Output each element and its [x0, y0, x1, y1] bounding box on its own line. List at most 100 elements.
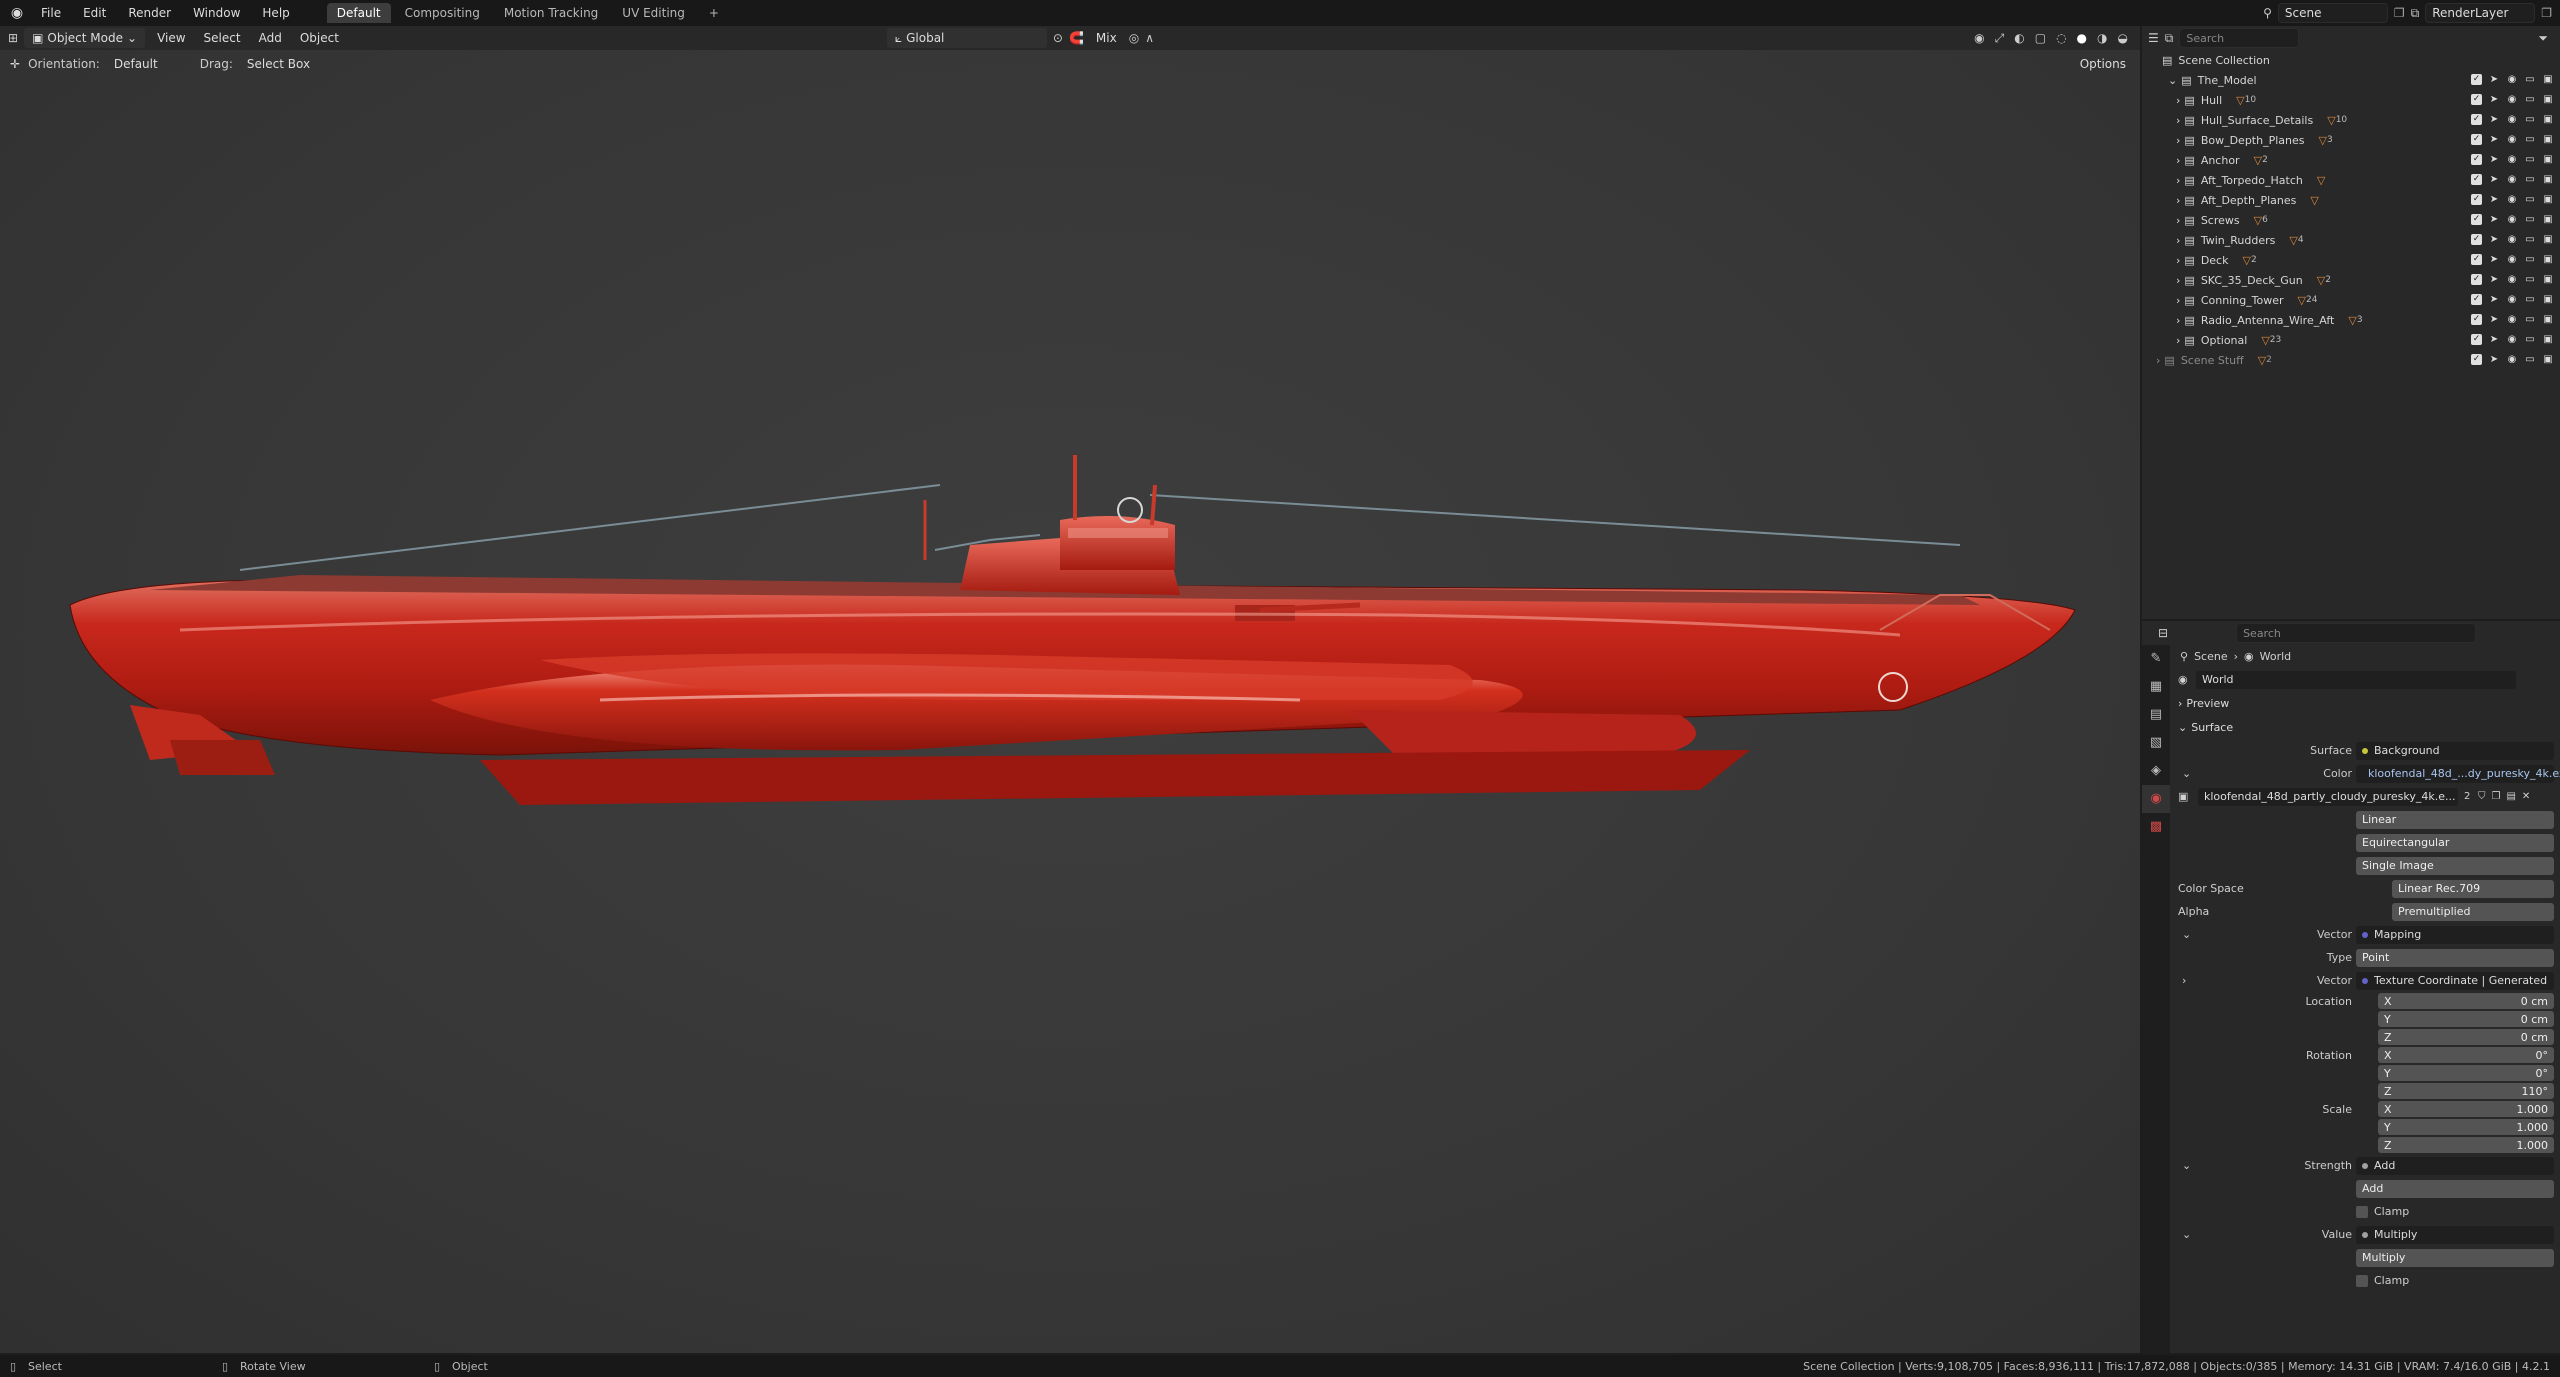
exclude-checkbox[interactable]: ✓: [2471, 134, 2482, 145]
rotation-z-field[interactable]: Z 110°: [2378, 1083, 2554, 1099]
eye-icon[interactable]: ◉: [2506, 94, 2518, 106]
chevron-right-icon[interactable]: ›: [2156, 354, 2160, 367]
view-layer-tab-icon[interactable]: ▧: [2142, 729, 2170, 757]
outliner-item-row[interactable]: › ▤ Conning_Tower ▽ 24 ✓ ➤ ◉ ▭ ▣: [2142, 290, 2560, 310]
scene-icon[interactable]: ⚲: [2263, 6, 2272, 20]
duplicate-scene-icon[interactable]: ❐: [2394, 6, 2405, 20]
select-icon[interactable]: ➤: [2488, 134, 2500, 146]
outliner-item-row[interactable]: › ▤ Radio_Antenna_Wire_Aft ▽ 3 ✓ ➤ ◉ ▭ ▣: [2142, 310, 2560, 330]
scale-x-field[interactable]: X 1.000: [2378, 1101, 2554, 1117]
menu-select[interactable]: Select: [198, 29, 247, 47]
monitor-icon[interactable]: ▭: [2524, 174, 2536, 186]
tool-tab-icon[interactable]: ✎: [2142, 645, 2170, 673]
eye-icon[interactable]: ◉: [2506, 194, 2518, 206]
fake-user-icon[interactable]: ⛉: [2478, 791, 2486, 802]
filter-icon[interactable]: ⏷: [2538, 31, 2548, 46]
exclude-checkbox[interactable]: ✓: [2471, 234, 2482, 245]
exclude-checkbox[interactable]: ✓: [2471, 254, 2482, 265]
monitor-icon[interactable]: ▭: [2524, 274, 2536, 286]
chevron-right-icon[interactable]: ›: [2176, 134, 2180, 147]
camera-icon[interactable]: ▣: [2542, 334, 2554, 346]
scene-tab-icon[interactable]: ◈: [2142, 757, 2170, 785]
monitor-icon[interactable]: ▭: [2524, 214, 2536, 226]
menu-view[interactable]: View: [151, 29, 191, 47]
chevron-down-icon[interactable]: ⌄: [2182, 767, 2191, 780]
menu-object[interactable]: Object: [294, 29, 345, 47]
chevron-right-icon[interactable]: ›: [2182, 974, 2186, 987]
color-space-dropdown[interactable]: Linear Rec.709: [2392, 879, 2554, 898]
camera-icon[interactable]: ▣: [2542, 274, 2554, 286]
chevron-right-icon[interactable]: ›: [2176, 214, 2180, 227]
monitor-icon[interactable]: ▭: [2524, 314, 2536, 326]
camera-icon[interactable]: ▣: [2542, 214, 2554, 226]
options-dropdown[interactable]: Options: [2074, 55, 2132, 73]
monitor-icon[interactable]: ▭: [2524, 254, 2536, 266]
monitor-icon[interactable]: ▭: [2524, 234, 2536, 246]
chevron-right-icon[interactable]: ›: [2176, 114, 2180, 127]
select-icon[interactable]: ➤: [2488, 314, 2500, 326]
vector-field[interactable]: Mapping: [2356, 925, 2554, 944]
eye-icon[interactable]: ◉: [2506, 174, 2518, 186]
menu-render[interactable]: Render: [119, 4, 180, 22]
wireframe-shading-icon[interactable]: ◌: [2056, 31, 2066, 46]
vector2-field[interactable]: Texture Coordinate | Generated: [2356, 971, 2554, 990]
strength-field[interactable]: Add: [2356, 1156, 2554, 1175]
add-view-layer-icon[interactable]: ❐: [2541, 6, 2552, 20]
eye-icon[interactable]: ◉: [2506, 114, 2518, 126]
blender-logo-icon[interactable]: ◉: [6, 2, 28, 24]
overlay-icon[interactable]: ◐: [2014, 31, 2024, 46]
outliner-item-row[interactable]: › ▤ SKC_35_Deck_Gun ▽ 2 ✓ ➤ ◉ ▭ ▣: [2142, 270, 2560, 290]
eye-icon[interactable]: ◉: [2506, 354, 2518, 366]
eye-icon[interactable]: ◉: [2506, 234, 2518, 246]
select-icon[interactable]: ➤: [2488, 74, 2500, 86]
monitor-icon[interactable]: ▭: [2524, 154, 2536, 166]
value-op-dropdown[interactable]: Multiply: [2356, 1248, 2554, 1267]
select-icon[interactable]: ➤: [2488, 234, 2500, 246]
workspace-tab-compositing[interactable]: Compositing: [395, 3, 490, 23]
folder-icon[interactable]: ▤: [2506, 791, 2515, 802]
close-icon[interactable]: ✕: [2522, 791, 2530, 802]
value-field[interactable]: Multiply: [2356, 1225, 2554, 1244]
select-icon[interactable]: ➤: [2488, 154, 2500, 166]
visibility-icon[interactable]: ◉: [1974, 31, 1984, 46]
location-z-field[interactable]: Z0 cm: [2378, 1029, 2554, 1045]
orientation-dropdown[interactable]: Default: [108, 55, 164, 73]
outliner-editor-icon[interactable]: ☰: [2148, 31, 2159, 45]
chevron-right-icon[interactable]: ›: [2176, 334, 2180, 347]
workspace-tab-uv-editing[interactable]: UV Editing: [612, 3, 695, 23]
location-x-field[interactable]: X0 cm: [2378, 993, 2554, 1009]
select-icon[interactable]: ➤: [2488, 214, 2500, 226]
world-icon[interactable]: ◉: [2178, 673, 2188, 686]
monitor-icon[interactable]: ▭: [2524, 334, 2536, 346]
camera-icon[interactable]: ▣: [2542, 254, 2554, 266]
xray-icon[interactable]: ▢: [2035, 31, 2046, 46]
scale-z-field[interactable]: Z 1.000: [2378, 1137, 2554, 1153]
outliner-item-row[interactable]: › ▤ Hull_Surface_Details ▽ 10 ✓ ➤ ◉ ▭ ▣: [2142, 110, 2560, 130]
outliner-item-row[interactable]: › ▤ Anchor ▽ 2 ✓ ➤ ◉ ▭ ▣: [2142, 150, 2560, 170]
view-layer-field[interactable]: RenderLayer: [2425, 3, 2536, 23]
exclude-checkbox[interactable]: ✓: [2471, 154, 2482, 165]
texture-tab-icon[interactable]: ▩: [2142, 813, 2170, 841]
image-icon[interactable]: ▣: [2178, 790, 2188, 803]
editor-type-icon[interactable]: ⊞: [8, 31, 18, 45]
surface-section-header[interactable]: ⌄ Surface: [2172, 715, 2560, 739]
transform-tool-icon[interactable]: ✛: [10, 57, 20, 71]
monitor-icon[interactable]: ▭: [2524, 294, 2536, 306]
outliner-item-row[interactable]: › ▤ Bow_Depth_Planes ▽ 3 ✓ ➤ ◉ ▭ ▣: [2142, 130, 2560, 150]
location-y-field[interactable]: Y0 cm: [2378, 1011, 2554, 1027]
clamp-checkbox[interactable]: [2356, 1274, 2368, 1287]
snap-mix-dropdown[interactable]: Mix: [1090, 29, 1123, 47]
chevron-right-icon[interactable]: ›: [2176, 314, 2180, 327]
world-name-field[interactable]: World: [2196, 670, 2516, 689]
select-icon[interactable]: ➤: [2488, 294, 2500, 306]
material-shading-icon[interactable]: ◑: [2097, 31, 2107, 46]
monitor-icon[interactable]: ▭: [2524, 354, 2536, 366]
eye-icon[interactable]: ◉: [2506, 214, 2518, 226]
alpha-dropdown[interactable]: Premultiplied: [2392, 902, 2554, 921]
eye-icon[interactable]: ◉: [2506, 334, 2518, 346]
chevron-right-icon[interactable]: ›: [2176, 254, 2180, 267]
proportional-edit-icon[interactable]: ◎: [1129, 31, 1139, 45]
exclude-checkbox[interactable]: ✓: [2471, 214, 2482, 225]
world-tab-icon[interactable]: ◉: [2142, 785, 2170, 813]
camera-icon[interactable]: ▣: [2542, 94, 2554, 106]
